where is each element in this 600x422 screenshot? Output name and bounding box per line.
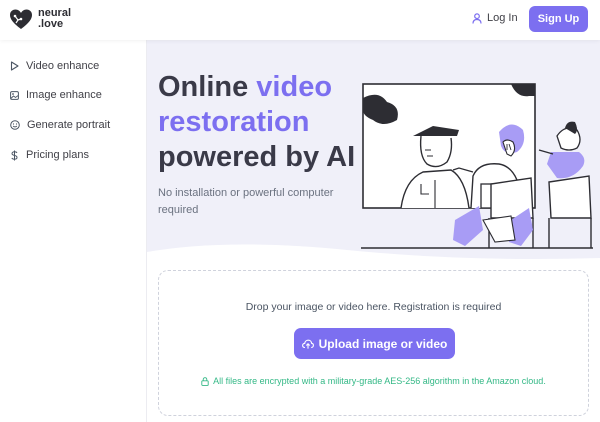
heart-logo-icon: [10, 9, 32, 29]
hero-wave: [147, 244, 600, 262]
sidebar: Video enhance Image enhance Generate por…: [0, 40, 147, 422]
cinema-illustration: [361, 83, 593, 249]
security-notice: All files are encrypted with a military-…: [159, 376, 588, 386]
sidebar-item-generate-portrait[interactable]: Generate portrait: [10, 119, 110, 131]
title-part2: powered by AI: [158, 141, 356, 173]
sidebar-item-video-enhance[interactable]: Video enhance: [10, 60, 99, 72]
security-text: All files are encrypted with a military-…: [213, 376, 546, 386]
title-part1: Online: [158, 71, 249, 103]
sidebar-item-label: Pricing plans: [26, 149, 89, 161]
page-title: Online video restoration powered by AI: [158, 70, 358, 175]
login-label: Log In: [487, 12, 518, 24]
dollar-icon: [11, 150, 18, 160]
logo-text: neural .love: [38, 8, 71, 30]
login-button[interactable]: Log In: [472, 12, 518, 24]
sidebar-item-image-enhance[interactable]: Image enhance: [10, 89, 102, 101]
logo-text-line2: .love: [38, 18, 64, 30]
logo[interactable]: neural .love: [8, 7, 71, 31]
top-header: neural .love Log In Sign Up: [0, 0, 600, 40]
sidebar-item-label: Generate portrait: [27, 119, 111, 131]
hero-subtitle: No installation or powerful computer req…: [158, 187, 334, 216]
smile-icon: [10, 120, 20, 130]
upload-button[interactable]: Upload image or video: [294, 328, 455, 359]
upload-dropzone[interactable]: Drop your image or video here. Registrat…: [158, 270, 589, 416]
sidebar-item-label: Image enhance: [26, 89, 102, 101]
user-icon: [472, 12, 482, 24]
signup-button[interactable]: Sign Up: [529, 6, 588, 32]
drop-instructions: Drop your image or video here. Registrat…: [245, 301, 502, 313]
image-icon: [10, 90, 19, 100]
sidebar-item-label: Video enhance: [26, 60, 100, 72]
upload-button-label: Upload image or video: [318, 336, 448, 351]
lock-icon: [201, 376, 209, 386]
hero-section: Online video restoration powered by AI N…: [147, 40, 600, 262]
play-icon: [10, 61, 19, 71]
sidebar-item-pricing-plans[interactable]: Pricing plans: [10, 149, 89, 161]
cloud-upload-icon: [301, 339, 314, 349]
